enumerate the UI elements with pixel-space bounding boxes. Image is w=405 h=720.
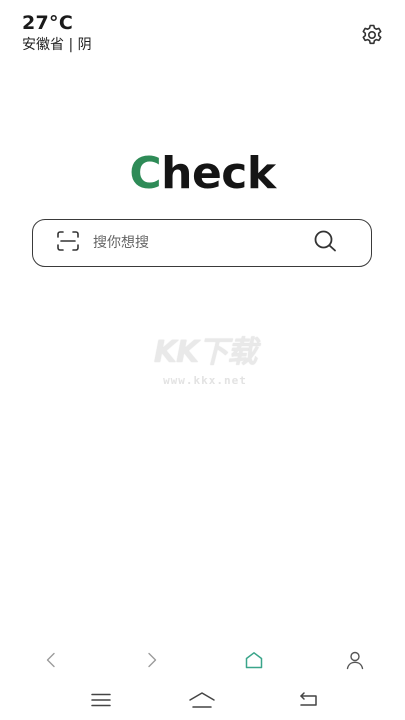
temperature: 27°C <box>22 12 74 34</box>
back-icon <box>298 691 320 713</box>
profile-icon <box>345 650 365 674</box>
forward-arrow-icon <box>145 652 159 672</box>
gear-icon <box>360 23 384 51</box>
system-back-button[interactable] <box>295 688 323 716</box>
back-button[interactable] <box>37 648 65 676</box>
home-icon <box>188 691 216 713</box>
home-icon <box>244 651 264 673</box>
watermark-logo: KK下载 <box>153 335 258 370</box>
system-nav-bar <box>0 688 405 716</box>
logo-rest: heck <box>161 148 276 199</box>
scan-icon <box>56 230 80 256</box>
weather-location: 安徽省 | 阴 <box>22 37 92 53</box>
search-bar[interactable] <box>32 219 372 267</box>
browser-nav-bar <box>0 648 405 676</box>
watermark: KK下载 www.kkx.net <box>140 335 270 388</box>
forward-button[interactable] <box>138 648 166 676</box>
app-logo: Check <box>0 148 405 200</box>
search-input[interactable] <box>93 228 311 258</box>
home-button[interactable] <box>240 648 268 676</box>
watermark-url: www.kkx.net <box>163 374 247 387</box>
settings-button[interactable] <box>359 24 385 50</box>
logo-first-letter: C <box>129 148 162 199</box>
menu-icon <box>90 692 112 712</box>
profile-button[interactable] <box>341 648 369 676</box>
system-menu-button[interactable] <box>87 688 115 716</box>
back-arrow-icon <box>44 652 58 672</box>
weather-widget[interactable]: 27°C 安徽省 | 阴 <box>22 12 92 55</box>
scan-button[interactable] <box>55 230 81 256</box>
search-icon <box>312 228 338 258</box>
system-home-button[interactable] <box>188 688 216 716</box>
search-button[interactable] <box>311 229 339 257</box>
